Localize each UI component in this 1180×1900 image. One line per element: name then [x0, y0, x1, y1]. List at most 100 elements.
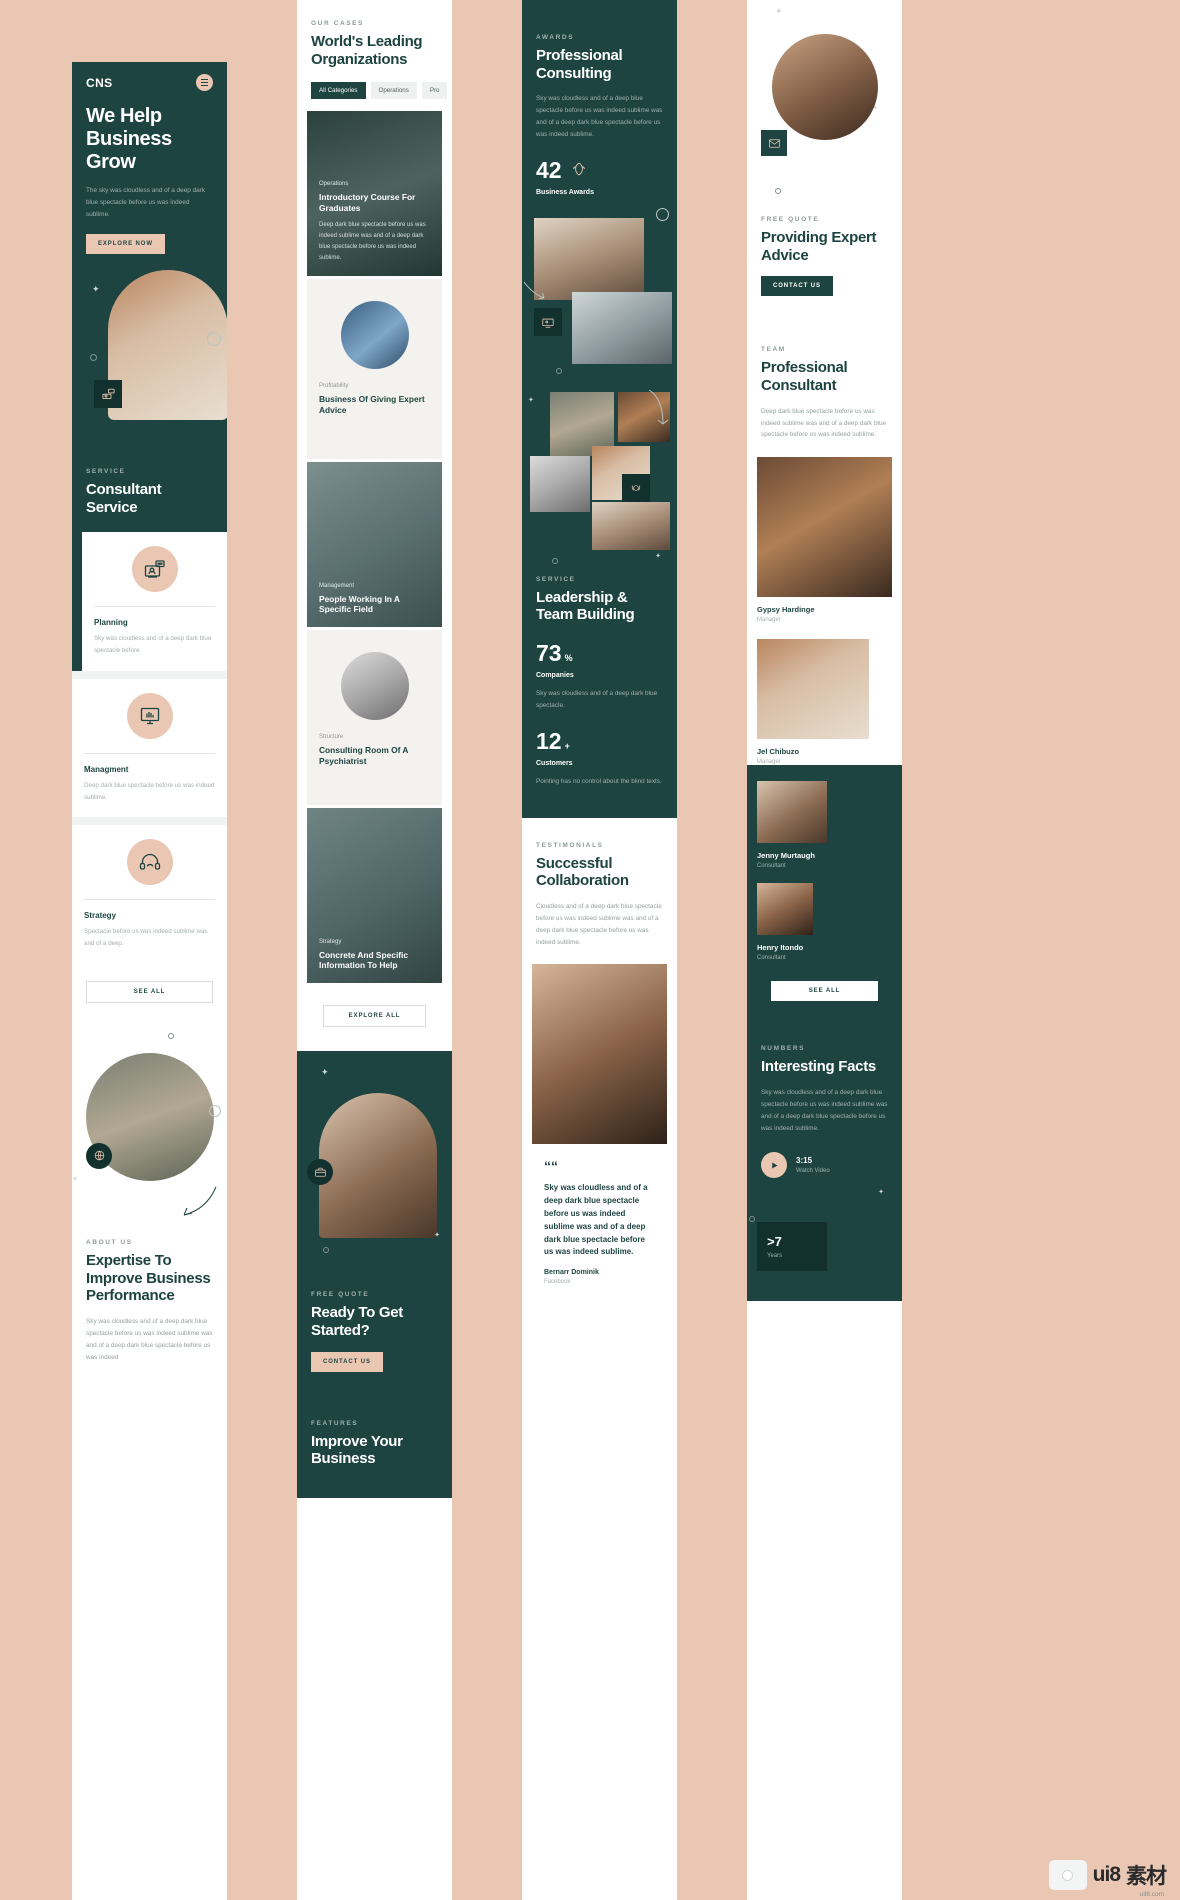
see-all-button[interactable]: SEE ALL	[771, 981, 878, 1002]
quote-eyebrow: FREE QUOTE	[761, 216, 820, 223]
hand-monitor-icon	[126, 692, 173, 739]
team-member[interactable]: Jenny Murtaugh Consultant	[757, 781, 892, 869]
numbers-title: Interesting Facts	[761, 1058, 876, 1076]
case-card[interactable]: Profitability Business Of Giving Expert …	[307, 279, 442, 460]
see-all-wrap: SEE ALL	[72, 963, 227, 1025]
cases-list: Operations Introductory Course For Gradu…	[297, 111, 452, 984]
contact-us-button[interactable]: CONTACT US	[761, 276, 833, 297]
quote-text: Sky was cloudless and of a deep dark blu…	[544, 1183, 648, 1257]
case-card[interactable]: Strategy Concrete And Specific Informati…	[307, 808, 442, 984]
video-label: Watch Video	[796, 1168, 830, 1175]
cases-eyebrow: OUR CASES	[311, 20, 365, 27]
hamburger-icon[interactable]	[196, 74, 213, 91]
team-section: TEAM Professional Consultant Deep dark b…	[747, 320, 902, 458]
dot-icon	[775, 188, 781, 194]
presentation-icon	[534, 307, 562, 336]
quote-eyebrow: FREE QUOTE	[311, 1291, 370, 1299]
quote-title: Providing Expert Advice	[761, 229, 877, 264]
features-title: Improve Your Business	[311, 1432, 403, 1468]
case-kicker: Profitability	[319, 383, 349, 390]
team-title: Professional Consultant	[761, 359, 848, 395]
laurel-wreath-icon	[570, 160, 588, 181]
case-title: Introductory Course For Graduates	[319, 192, 416, 214]
case-kicker: Management	[319, 582, 355, 589]
testimonials-section: TESTIMONIALS Successful Collaboration Cl…	[522, 817, 677, 965]
service-section: SERVICE Consultant Service	[72, 449, 227, 533]
case-title: Business Of Giving Expert Advice	[319, 394, 425, 416]
stat-label: Companies	[536, 672, 574, 680]
service-card[interactable]: Planning Sky was cloudless and of a deep…	[82, 532, 227, 671]
play-icon[interactable]	[761, 1152, 787, 1179]
stat-block: 73 % Companies Sky was cloudless and of …	[536, 642, 663, 712]
stat-body: Pointing has no control about the blind …	[536, 777, 662, 785]
stat-block: 12 + Customers Pointing has no control a…	[536, 729, 663, 788]
laurel-badge-icon	[622, 473, 650, 502]
case-title: People Working In A Specific Field	[319, 593, 400, 615]
awards-title: Professional Consulting	[536, 47, 623, 82]
explore-now-button[interactable]: EXPLORE NOW	[86, 233, 165, 254]
number-value: >7	[767, 1234, 782, 1250]
service-cards-wrap: Planning Sky was cloudless and of a deep…	[72, 532, 227, 671]
free-quote4-section: FREE QUOTE Providing Expert Advice CONTA…	[747, 216, 902, 321]
hero4-section: ✦ ✦	[747, 0, 902, 216]
service-card[interactable]: Managment Deep dark blue spectacle befor…	[82, 678, 217, 818]
collage-photo	[534, 217, 644, 300]
service-eyebrow: SERVICE	[536, 575, 576, 583]
team-member[interactable]: Gypsy Hardinge Manager	[757, 457, 892, 623]
about-eyebrow: ABOUT US	[86, 1238, 133, 1246]
service-cards-wrap-3: Strategy Spectacle before us was indeed …	[72, 825, 227, 964]
sparkle-icon: ✦	[72, 1175, 78, 1183]
video-row[interactable]: 3:15 Watch Video	[761, 1152, 888, 1179]
see-all-button[interactable]: SEE ALL	[86, 980, 213, 1003]
tab-profitability[interactable]: Pro	[421, 82, 448, 100]
contact-us-button[interactable]: CONTACT US	[311, 1351, 383, 1372]
service-cards-wrap-2: Managment Deep dark blue spectacle befor…	[72, 678, 227, 818]
hero-photo	[108, 269, 227, 420]
award-stat-value: 42	[536, 156, 562, 183]
category-tabs: All Categories Operations Pro	[311, 82, 448, 100]
divider	[72, 670, 227, 679]
features-eyebrow: FEATURES	[311, 1419, 359, 1427]
collage-photo	[572, 291, 672, 364]
testimonial-quote: ““ Sky was cloudless and of a deep dark …	[532, 1144, 667, 1300]
tab-all-categories[interactable]: All Categories	[311, 82, 366, 100]
explore-all-button[interactable]: EXPLORE ALL	[323, 1005, 426, 1028]
dot-icon	[168, 1032, 174, 1039]
team-photo	[757, 457, 892, 598]
team-body: Deep dark blue spectacle before us was i…	[761, 407, 887, 439]
cases-section: OUR CASES World's Leading Organizations …	[297, 0, 452, 100]
team-list-bottom: Jenny Murtaugh Consultant Henry Itondo C…	[747, 765, 902, 1028]
dot-icon	[749, 1216, 755, 1223]
case-card[interactable]: Operations Introductory Course For Gradu…	[307, 111, 442, 277]
service-card[interactable]: Strategy Spectacle before us was indeed …	[82, 825, 217, 964]
hero-body: The sky was cloudless and of a deep dark…	[86, 187, 206, 219]
team-member[interactable]: Jel Chibuzo Manager	[757, 639, 892, 765]
case-title: Concrete And Specific Information To Hel…	[319, 949, 409, 971]
case-kicker: Structure	[319, 734, 344, 741]
dot-icon	[90, 353, 97, 361]
case-card[interactable]: Structure Consulting Room Of A Psychiatr…	[307, 630, 442, 806]
tab-operations[interactable]: Operations	[370, 82, 417, 100]
headset-support-icon	[126, 839, 173, 886]
service-card-body: Deep dark blue spectacle before us was i…	[84, 781, 215, 801]
dot-icon	[556, 367, 562, 374]
quote-author: Bernarr Dominik	[544, 1269, 599, 1277]
quote-author-role: Facebook	[544, 1279, 571, 1286]
testimonials-title: Successful Collaboration	[536, 854, 629, 890]
collage-photo	[530, 455, 590, 512]
watermark: ui8 素材	[1048, 1860, 1167, 1890]
collage-photo	[592, 501, 670, 550]
logo[interactable]: CNS	[86, 76, 113, 90]
case-content: Profitability Business Of Giving Expert …	[319, 291, 430, 447]
awards-eyebrow: AWARDS	[536, 34, 575, 41]
sparkle-icon: ✦	[775, 6, 783, 16]
ring-icon	[656, 207, 669, 221]
case-card[interactable]: Management People Working In A Specific …	[307, 462, 442, 628]
collage-1	[522, 201, 677, 382]
team-member[interactable]: Henry Itondo Consultant	[757, 883, 892, 961]
watermark-text-cn: 素材	[1126, 1865, 1167, 1888]
stat-body: Sky was cloudless and of a deep dark blu…	[536, 690, 658, 709]
about-body: Sky was cloudless and of a deep dark blu…	[86, 1318, 213, 1361]
team-photo	[757, 883, 813, 936]
service-card-body: Sky was cloudless and of a deep dark blu…	[94, 635, 212, 655]
